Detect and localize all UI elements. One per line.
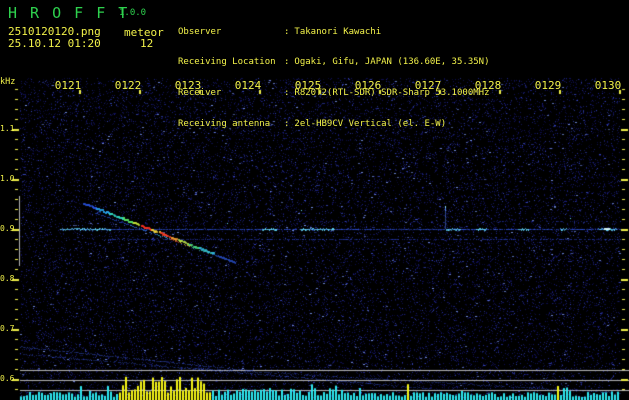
antenna-label: Receiving antenna xyxy=(178,119,271,130)
freq-label-0.7: 0.7 xyxy=(0,324,15,333)
separator: : xyxy=(284,119,290,130)
antenna-value: 2el-HB9CV Vertical (el. E-W) xyxy=(294,119,447,130)
antenna-row: Receiving antenna:2el-HB9CV Vertical (el… xyxy=(178,119,490,129)
app-title: H R O F F T xyxy=(8,4,130,22)
time-label-0121: 0121 xyxy=(54,79,82,92)
receiver-value: R820T2(RTL-SDR) SDR-Sharp 53.1000MHz xyxy=(294,88,490,99)
location-value: Ogaki, Gifu, JAPAN (136.60E, 35.35N) xyxy=(294,57,490,68)
observer-row: Observer: Takanori Kawachi xyxy=(178,27,490,37)
time-label-0124: 0124 xyxy=(234,79,262,92)
receiver-row: Receiver: R820T2(RTL-SDR) SDR-Sharp 53.10… xyxy=(178,88,490,98)
observer-label: Observer xyxy=(178,26,222,37)
time-label-0126: 0126 xyxy=(354,79,382,92)
app-version: 1.0.0 xyxy=(119,8,147,18)
time-label-0122: 0122 xyxy=(114,79,142,92)
meteor-count: 12 xyxy=(140,37,154,50)
separator: : xyxy=(284,88,290,99)
hrofft-window: H R O F F T 1.0.0 2510120120.png meteor … xyxy=(0,0,629,400)
freq-axis-unit: kHz xyxy=(0,77,16,87)
observer-value: Takanori Kawachi xyxy=(294,26,382,37)
freq-label-0.6: 0.6 xyxy=(0,374,15,383)
time-label-0127: 0127 xyxy=(414,79,442,92)
location-row: Receiving Location: Ogaki, Gifu, JAPAN (1… xyxy=(178,57,490,67)
separator: : xyxy=(284,57,290,68)
location-label: Receiving Location xyxy=(178,57,276,68)
time-label-0123: 0123 xyxy=(174,79,202,92)
time-label-0129: 0129 xyxy=(534,79,562,92)
separator: : xyxy=(284,26,290,37)
freq-label-0.9: 0.9 xyxy=(0,224,15,233)
time-label-0128: 0128 xyxy=(474,79,502,92)
time-label-0125: 0125 xyxy=(294,79,322,92)
freq-label-0.8: 0.8 xyxy=(0,274,15,283)
freq-label-1.1: 1.1 xyxy=(0,124,15,133)
freq-label-1.0: 1.0 xyxy=(0,174,15,183)
station-info: Observer: Takanori Kawachi Receiving Loca… xyxy=(178,6,490,150)
observation-datetime: 25.10.12 01:20 xyxy=(8,37,101,50)
time-label-0130: 0130 xyxy=(594,79,622,92)
